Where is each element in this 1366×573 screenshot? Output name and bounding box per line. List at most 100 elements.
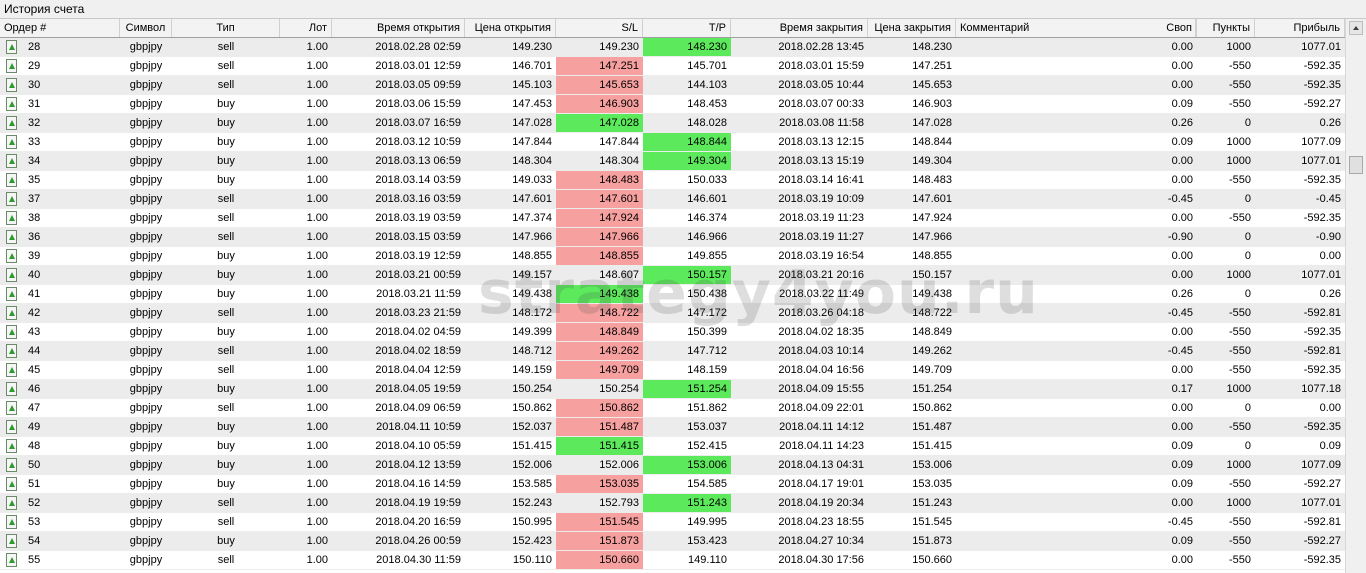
cell-order: 50 — [28, 459, 41, 471]
cell-points: -550 — [1228, 326, 1251, 338]
table-row[interactable]: 54 gbpjpy buy 1.00 2018.04.26 00:59 152.423 15… — [0, 532, 1345, 551]
cell-open-price: 147.374 — [512, 212, 552, 224]
cell-symbol: gbpjpy — [129, 402, 163, 414]
col-header-symbol[interactable]: Символ — [120, 19, 172, 37]
col-header-profit[interactable]: Прибыль — [1255, 19, 1345, 37]
table-row[interactable]: 52 gbpjpy sell 1.00 2018.04.19 19:59 152.243 1… — [0, 494, 1345, 513]
cell-sl: 151.415 — [556, 437, 643, 455]
cell-sl: 148.855 — [556, 247, 643, 265]
cell-open-time: 2018.03.16 03:59 — [375, 193, 461, 205]
table-row[interactable]: 42 gbpjpy sell 1.00 2018.03.23 21:59 148.172 1… — [0, 304, 1345, 323]
table-row[interactable]: 55 gbpjpy sell 1.00 2018.04.30 11:59 150.110 1… — [0, 551, 1345, 570]
cell-points: -550 — [1228, 79, 1251, 91]
col-header-tp[interactable]: T/P — [643, 19, 731, 37]
cell-sl: 149.709 — [556, 361, 643, 379]
cell-profit: -592.35 — [1303, 364, 1341, 376]
cell-close-price: 147.966 — [912, 231, 952, 243]
cell-open-price: 148.172 — [512, 307, 552, 319]
cell-type: sell — [217, 345, 235, 357]
cell-comment — [956, 342, 1135, 360]
table-row[interactable]: 46 gbpjpy buy 1.00 2018.04.05 19:59 150.254 15… — [0, 380, 1345, 399]
col-header-order[interactable]: Ордер # — [0, 19, 120, 37]
cell-swap: 0.09 — [1171, 136, 1193, 148]
cell-tp: 146.601 — [687, 193, 727, 205]
cell-points: 1000 — [1226, 41, 1251, 53]
col-header-close-price[interactable]: Цена закрытия — [868, 19, 956, 37]
cell-swap: 0.09 — [1171, 440, 1193, 452]
cell-tp: 149.995 — [687, 516, 727, 528]
table-row[interactable]: 48 gbpjpy buy 1.00 2018.04.10 05:59 151.415 15… — [0, 437, 1345, 456]
cell-close-time: 2018.04.11 14:12 — [779, 421, 864, 433]
table-row[interactable]: 34 gbpjpy buy 1.00 2018.03.13 06:59 148.304 14… — [0, 152, 1345, 171]
cell-comment — [956, 513, 1135, 531]
cell-type: buy — [217, 98, 235, 110]
table-row[interactable]: 45 gbpjpy sell 1.00 2018.04.04 12:59 149.159 1… — [0, 361, 1345, 380]
col-header-swap[interactable]: Своп — [1135, 19, 1197, 37]
table-row[interactable]: 39 gbpjpy buy 1.00 2018.03.19 12:59 148.855 14… — [0, 247, 1345, 266]
cell-lot: 1.00 — [306, 212, 328, 224]
table-row[interactable]: 32 gbpjpy buy 1.00 2018.03.07 16:59 147.028 14… — [0, 114, 1345, 133]
table-row[interactable]: 30 gbpjpy sell 1.00 2018.03.05 09:59 145.103 1… — [0, 76, 1345, 95]
col-header-close-time[interactable]: Время закрытия — [731, 19, 868, 37]
cell-close-price: 153.006 — [912, 459, 952, 471]
cell-symbol: gbpjpy — [129, 193, 163, 205]
table-row[interactable]: 37 gbpjpy sell 1.00 2018.03.16 03:59 147.601 1… — [0, 190, 1345, 209]
cell-swap: 0.09 — [1171, 459, 1193, 471]
cell-points: 1000 — [1226, 383, 1251, 395]
cell-type: buy — [217, 155, 235, 167]
cell-order: 30 — [28, 79, 41, 91]
col-header-type[interactable]: Тип — [172, 19, 280, 37]
vertical-scrollbar[interactable] — [1345, 19, 1366, 573]
col-header-sl[interactable]: S/L — [556, 19, 643, 37]
cell-open-time: 2018.03.23 21:59 — [375, 307, 461, 319]
table-row[interactable]: 40 gbpjpy buy 1.00 2018.03.21 00:59 149.157 14… — [0, 266, 1345, 285]
cell-sl: 148.483 — [556, 171, 643, 189]
table-row[interactable]: 36 gbpjpy sell 1.00 2018.03.15 03:59 147.966 1… — [0, 228, 1345, 247]
table-row[interactable]: 31 gbpjpy buy 1.00 2018.03.06 15:59 147.453 14… — [0, 95, 1345, 114]
cell-order: 49 — [28, 421, 41, 433]
cell-profit: 1077.09 — [1301, 459, 1341, 471]
col-header-points[interactable]: Пункты — [1197, 19, 1255, 37]
cell-open-price: 146.701 — [512, 60, 552, 72]
table-row[interactable]: 28 gbpjpy sell 1.00 2018.02.28 02:59 149.230 1… — [0, 38, 1345, 57]
cell-sl: 152.006 — [599, 459, 639, 471]
col-header-lot[interactable]: Лот — [280, 19, 332, 37]
cell-type: sell — [217, 193, 235, 205]
cell-points: -550 — [1228, 345, 1251, 357]
table-row[interactable]: 41 gbpjpy buy 1.00 2018.03.21 11:59 149.438 14… — [0, 285, 1345, 304]
table-row[interactable]: 38 gbpjpy sell 1.00 2018.03.19 03:59 147.374 1… — [0, 209, 1345, 228]
cell-points: -550 — [1228, 516, 1251, 528]
table-row[interactable]: 43 gbpjpy buy 1.00 2018.04.02 04:59 149.399 14… — [0, 323, 1345, 342]
table-row[interactable]: 33 gbpjpy buy 1.00 2018.03.12 10:59 147.844 14… — [0, 133, 1345, 152]
cell-type: sell — [217, 402, 235, 414]
cell-tp: 151.243 — [643, 494, 731, 512]
cell-tp: 146.374 — [687, 212, 727, 224]
cell-open-price: 149.157 — [512, 269, 552, 281]
col-header-open-time[interactable]: Время открытия — [332, 19, 465, 37]
table-row[interactable]: 53 gbpjpy sell 1.00 2018.04.20 16:59 150.995 1… — [0, 513, 1345, 532]
table-row[interactable]: 49 gbpjpy buy 1.00 2018.04.11 10:59 152.037 15… — [0, 418, 1345, 437]
cell-swap: -0.45 — [1167, 516, 1193, 528]
cell-profit: -592.35 — [1303, 212, 1341, 224]
cell-close-time: 2018.04.17 19:01 — [778, 478, 864, 490]
cell-profit: 0.00 — [1319, 250, 1341, 262]
cell-swap: 0.00 — [1171, 250, 1193, 262]
table-row[interactable]: 51 gbpjpy buy 1.00 2018.04.16 14:59 153.585 15… — [0, 475, 1345, 494]
cell-profit: 0.26 — [1319, 117, 1341, 129]
cell-tp: 150.438 — [687, 288, 727, 300]
table-row[interactable]: 35 gbpjpy buy 1.00 2018.03.14 03:59 149.033 14… — [0, 171, 1345, 190]
cell-profit: 0.26 — [1319, 288, 1341, 300]
cell-points: 0 — [1244, 250, 1251, 262]
scroll-up-arrow-icon[interactable] — [1349, 21, 1363, 35]
cell-comment — [956, 76, 1135, 94]
cell-symbol: gbpjpy — [129, 60, 163, 72]
cell-comment — [956, 380, 1135, 398]
table-row[interactable]: 44 gbpjpy sell 1.00 2018.04.02 18:59 148.712 1… — [0, 342, 1345, 361]
table-row[interactable]: 47 gbpjpy sell 1.00 2018.04.09 06:59 150.862 1… — [0, 399, 1345, 418]
col-header-open-price[interactable]: Цена открытия — [465, 19, 556, 37]
cell-open-price: 150.110 — [513, 554, 552, 566]
scroll-thumb[interactable] — [1349, 156, 1363, 174]
table-row[interactable]: 50 gbpjpy buy 1.00 2018.04.12 13:59 152.006 15… — [0, 456, 1345, 475]
table-row[interactable]: 29 gbpjpy sell 1.00 2018.03.01 12:59 146.701 1… — [0, 57, 1345, 76]
cell-open-time: 2018.04.12 13:59 — [375, 459, 461, 471]
